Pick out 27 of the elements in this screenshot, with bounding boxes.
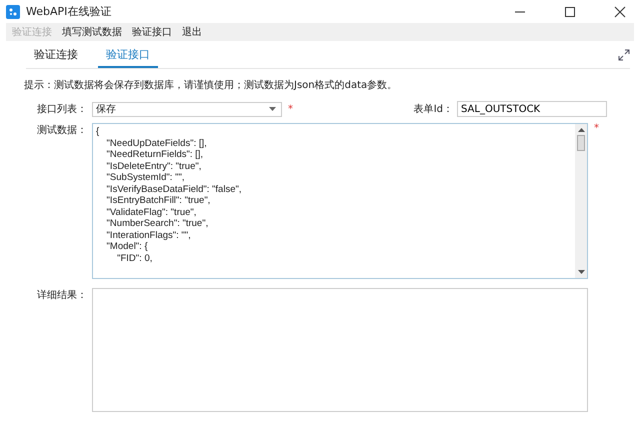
menu-item[interactable]: 填写测试数据 bbox=[62, 25, 122, 39]
form-id-field[interactable]: SAL_OUTSTOCK bbox=[457, 101, 607, 117]
field-label: 详细结果： bbox=[36, 288, 88, 302]
field-label: 表单Id： bbox=[412, 102, 454, 116]
required-mark: * bbox=[594, 123, 599, 134]
code-text: { "NeedUpDateFields": [], "NeedReturnFields": [], "IsDeleteEntry": "true", "SubSystemId": "", "IsVerifyBaseDataField": "false", "IsEntryBatchFill": "true", "ValidateFlag": "true", "NumberSearch": "true", "InterationFlags": "", "Model": { "FID": 0, bbox=[95, 125, 242, 266]
test-data-field[interactable] bbox=[92, 123, 588, 279]
scroll-down-icon[interactable] bbox=[578, 270, 584, 274]
result-field[interactable] bbox=[92, 288, 588, 412]
app-icon bbox=[6, 4, 20, 18]
scrollbar[interactable] bbox=[575, 124, 587, 278]
maximize-icon[interactable] bbox=[564, 6, 576, 18]
caret-icon bbox=[269, 107, 276, 111]
expand-icon[interactable] bbox=[618, 48, 630, 60]
tab[interactable]: 验证连接 bbox=[26, 47, 86, 68]
close-icon[interactable] bbox=[614, 6, 626, 18]
scroll-thumb[interactable] bbox=[577, 135, 585, 151]
field-label: 接口列表： bbox=[36, 102, 88, 116]
field-label: 测试数据： bbox=[36, 124, 88, 137]
hint-text: 提示：测试数据将会保存到数据库，请谨慎使用；测试数据为Json格式的data参数。 bbox=[23, 78, 398, 91]
scroll-up-icon[interactable] bbox=[578, 128, 584, 132]
window-title: WebAPI在线验证 bbox=[26, 4, 112, 19]
menu-item[interactable]: 退出 bbox=[182, 25, 202, 39]
required-mark: * bbox=[288, 104, 293, 114]
menu-item[interactable]: 验证接口 bbox=[132, 25, 172, 39]
tab[interactable]: 验证接口 bbox=[98, 47, 158, 68]
interface-dropdown[interactable]: 保存 bbox=[92, 102, 282, 116]
